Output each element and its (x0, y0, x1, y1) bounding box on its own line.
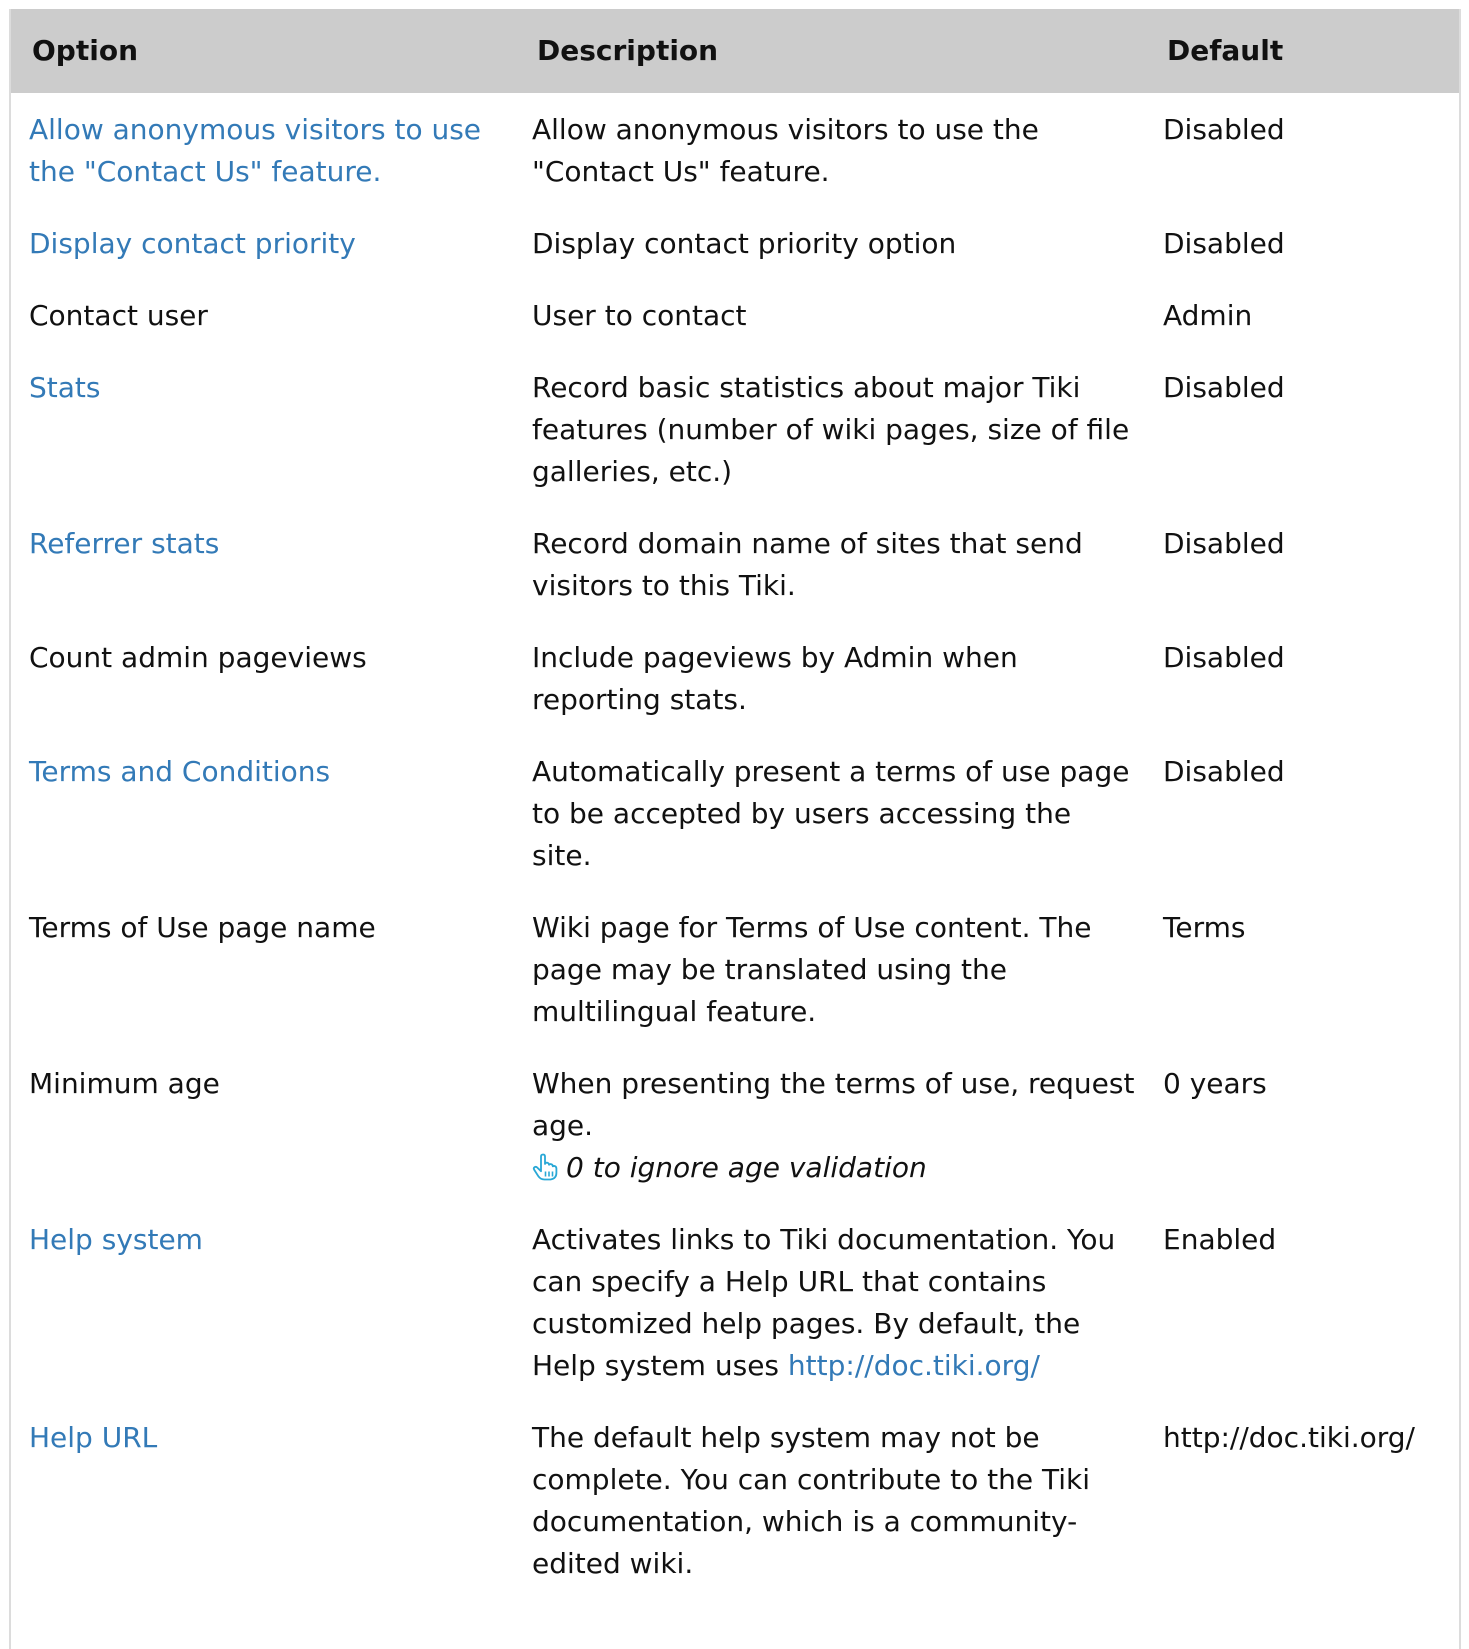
option-cell: Display contact priority (11, 223, 516, 295)
description-cell: When presenting the terms of use, reques… (516, 1063, 1147, 1219)
option-label-terms-page-name: Terms of Use page name (29, 911, 376, 944)
option-link-terms-and-conditions[interactable]: Terms and Conditions (29, 755, 330, 788)
option-cell: Help URL (11, 1417, 516, 1615)
hand-pointer-icon (532, 1153, 558, 1181)
table-row: Help system Activates links to Tiki docu… (11, 1219, 1459, 1417)
table-row: Count admin pageviews Include pageviews … (11, 637, 1459, 751)
option-cell: Minimum age (11, 1063, 516, 1219)
option-link-referrer-stats[interactable]: Referrer stats (29, 527, 219, 560)
table-row: Stats Record basic statistics about majo… (11, 367, 1459, 523)
default-cell: http://doc.tiki.org/ (1163, 1421, 1415, 1454)
default-cell: 0 years (1163, 1067, 1267, 1100)
default-cell: Disabled (1163, 371, 1285, 404)
preferences-table-container: Option Description Default Allow anonymo… (9, 9, 1461, 1649)
default-cell: Terms (1163, 911, 1246, 944)
description-cell: User to contact (532, 299, 747, 332)
default-cell: Admin (1163, 299, 1253, 332)
description-cell: Record basic statistics about major Tiki… (532, 371, 1130, 488)
option-cell: Referrer stats (11, 523, 516, 637)
preferences-table: Option Description Default Allow anonymo… (11, 9, 1459, 1615)
default-cell: Disabled (1163, 527, 1285, 560)
option-link-contact-anon[interactable]: Allow anonymous visitors to use the "Con… (29, 113, 481, 188)
table-row: Display contact priority Display contact… (11, 223, 1459, 295)
description-cell: Display contact priority option (532, 227, 957, 260)
option-label-count-admin-pageviews: Count admin pageviews (29, 641, 367, 674)
description-cell: Automatically present a terms of use pag… (532, 755, 1130, 872)
option-link-help-url[interactable]: Help URL (29, 1421, 157, 1454)
option-cell: Stats (11, 367, 516, 523)
option-cell: Terms of Use page name (11, 907, 516, 1063)
option-cell: Allow anonymous visitors to use the "Con… (11, 93, 516, 223)
option-link-contact-priority[interactable]: Display contact priority (29, 227, 356, 260)
table-header: Option Description Default (11, 9, 1459, 93)
option-link-stats[interactable]: Stats (29, 371, 100, 404)
table-row: Terms of Use page name Wiki page for Ter… (11, 907, 1459, 1063)
default-cell: Disabled (1163, 113, 1285, 146)
column-header-default: Default (1147, 9, 1459, 93)
table-row: Allow anonymous visitors to use the "Con… (11, 93, 1459, 223)
option-label-contact-user: Contact user (29, 299, 208, 332)
table-row: Help URL The default help system may not… (11, 1417, 1459, 1615)
description-cell: Wiki page for Terms of Use content. The … (532, 911, 1092, 1028)
default-cell: Disabled (1163, 641, 1285, 674)
description-cell: Activates links to Tiki documentation. Y… (516, 1219, 1147, 1417)
description-text: When presenting the terms of use, reques… (532, 1067, 1135, 1142)
header-row: Option Description Default (11, 9, 1459, 93)
option-link-help-system[interactable]: Help system (29, 1223, 203, 1256)
default-cell: Enabled (1163, 1223, 1277, 1256)
column-header-description: Description (516, 9, 1147, 93)
description-cell: Include pageviews by Admin when reportin… (532, 641, 1018, 716)
option-cell: Help system (11, 1219, 516, 1417)
column-header-option: Option (11, 9, 516, 93)
hint-text: 0 to ignore age validation (566, 1151, 927, 1184)
table-row: Minimum age When presenting the terms of… (11, 1063, 1459, 1219)
option-label-minimum-age: Minimum age (29, 1067, 220, 1100)
default-cell: Disabled (1163, 755, 1285, 788)
option-cell: Terms and Conditions (11, 751, 516, 907)
option-cell: Count admin pageviews (11, 637, 516, 751)
description-cell: Record domain name of sites that send vi… (532, 527, 1083, 602)
table-row: Contact user User to contact Admin (11, 295, 1459, 367)
description-cell: The default help system may not be compl… (532, 1421, 1090, 1580)
description-cell: Allow anonymous visitors to use the "Con… (532, 113, 1039, 188)
option-cell: Contact user (11, 295, 516, 367)
table-row: Terms and Conditions Automatically prese… (11, 751, 1459, 907)
table-body: Allow anonymous visitors to use the "Con… (11, 93, 1459, 1615)
table-row: Referrer stats Record domain name of sit… (11, 523, 1459, 637)
doc-tiki-link[interactable]: http://doc.tiki.org/ (788, 1349, 1040, 1382)
hint-line: 0 to ignore age validation (532, 1147, 1137, 1189)
default-cell: Disabled (1163, 227, 1285, 260)
